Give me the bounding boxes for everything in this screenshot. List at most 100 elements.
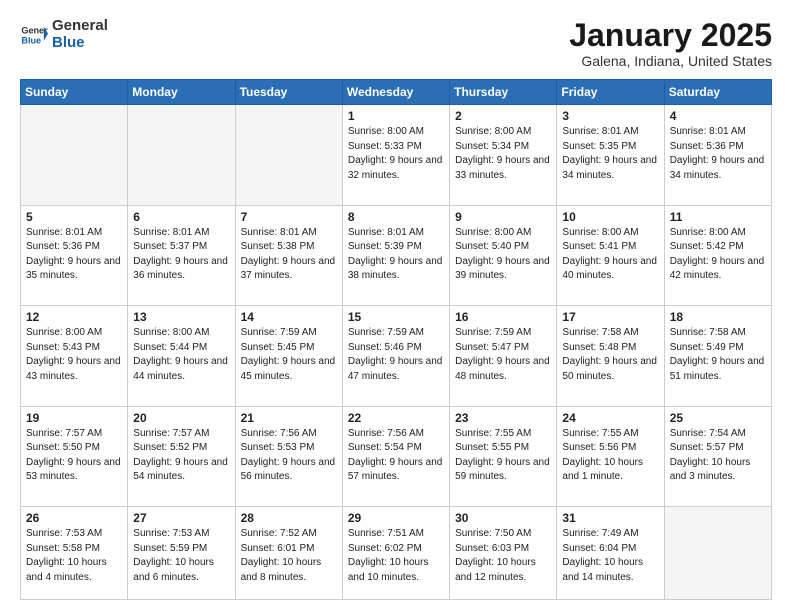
day-info: Sunrise: 7:59 AM Sunset: 5:47 PM Dayligh… xyxy=(455,326,551,384)
day-number: 28 xyxy=(241,511,337,525)
day-info: Sunrise: 7:57 AM Sunset: 5:52 PM Dayligh… xyxy=(133,427,229,485)
table-row: 16 Sunrise: 7:59 AM Sunset: 5:47 PM Dayli… xyxy=(450,306,557,407)
svg-text:Blue: Blue xyxy=(21,35,41,45)
month-title: January 2025 xyxy=(569,18,772,53)
location: Galena, Indiana, United States xyxy=(569,53,772,69)
day-info: Sunrise: 8:00 AM Sunset: 5:34 PM Dayligh… xyxy=(455,125,551,183)
table-row: 26Sunrise: 7:53 AM Sunset: 5:58 PM Dayli… xyxy=(21,507,128,600)
logo-text: General Blue xyxy=(52,18,108,51)
day-info: Sunrise: 7:52 AM Sunset: 6:01 PM Dayligh… xyxy=(241,527,337,585)
day-info: Sunrise: 7:56 AM Sunset: 5:53 PM Dayligh… xyxy=(241,427,337,485)
day-number: 14 xyxy=(241,310,337,324)
day-info: Sunrise: 8:01 AM Sunset: 5:37 PM Dayligh… xyxy=(133,226,229,284)
table-row xyxy=(21,105,128,206)
table-row: 24 Sunrise: 7:55 AM Sunset: 5:56 PM Dayli… xyxy=(557,406,664,507)
day-number: 6 xyxy=(133,210,229,224)
calendar: Sunday Monday Tuesday Wednesday Thursday… xyxy=(20,79,772,600)
day-number: 10 xyxy=(562,210,658,224)
day-number: 22 xyxy=(348,411,444,425)
logo-icon: General Blue xyxy=(20,21,48,49)
day-number: 11 xyxy=(670,210,766,224)
logo: General Blue General Blue xyxy=(20,18,108,51)
table-row: 8 Sunrise: 8:01 AM Sunset: 5:39 PM Daylig… xyxy=(342,205,449,306)
header-saturday: Saturday xyxy=(664,80,771,105)
table-row: 11Sunrise: 8:00 AM Sunset: 5:42 PM Dayli… xyxy=(664,205,771,306)
day-number: 16 xyxy=(455,310,551,324)
day-info: Sunrise: 8:01 AM Sunset: 5:35 PM Dayligh… xyxy=(562,125,658,183)
day-number: 4 xyxy=(670,109,766,123)
day-number: 5 xyxy=(26,210,122,224)
day-info: Sunrise: 8:00 AM Sunset: 5:44 PM Dayligh… xyxy=(133,326,229,384)
day-number: 15 xyxy=(348,310,444,324)
header-thursday: Thursday xyxy=(450,80,557,105)
header-tuesday: Tuesday xyxy=(235,80,342,105)
header-monday: Monday xyxy=(128,80,235,105)
table-row: 5 Sunrise: 8:01 AM Sunset: 5:36 PM Daylig… xyxy=(21,205,128,306)
day-number: 12 xyxy=(26,310,122,324)
table-row: 12 Sunrise: 8:00 AM Sunset: 5:43 PM Dayli… xyxy=(21,306,128,407)
day-info: Sunrise: 8:00 AM Sunset: 5:41 PM Dayligh… xyxy=(562,226,658,284)
day-info: Sunrise: 7:53 AM Sunset: 5:58 PM Dayligh… xyxy=(26,527,122,585)
table-row: 15 Sunrise: 7:59 AM Sunset: 5:46 PM Dayli… xyxy=(342,306,449,407)
day-number: 3 xyxy=(562,109,658,123)
day-number: 27 xyxy=(133,511,229,525)
header-sunday: Sunday xyxy=(21,80,128,105)
day-info: Sunrise: 8:01 AM Sunset: 5:39 PM Dayligh… xyxy=(348,226,444,284)
day-info: Sunrise: 7:55 AM Sunset: 5:56 PM Dayligh… xyxy=(562,427,658,485)
table-row xyxy=(664,507,771,600)
day-info: Sunrise: 7:54 AM Sunset: 5:57 PM Dayligh… xyxy=(670,427,766,485)
page: General Blue General Blue January 2025 G… xyxy=(0,0,792,612)
day-number: 2 xyxy=(455,109,551,123)
table-row: 2 Sunrise: 8:00 AM Sunset: 5:34 PM Daylig… xyxy=(450,105,557,206)
table-row xyxy=(235,105,342,206)
day-number: 7 xyxy=(241,210,337,224)
table-row: 23Sunrise: 7:55 AM Sunset: 5:55 PM Dayli… xyxy=(450,406,557,507)
day-info: Sunrise: 8:01 AM Sunset: 5:36 PM Dayligh… xyxy=(26,226,122,284)
table-row: 1Sunrise: 8:00 AM Sunset: 5:33 PM Daylig… xyxy=(342,105,449,206)
calendar-week-row: 5 Sunrise: 8:01 AM Sunset: 5:36 PM Daylig… xyxy=(21,205,772,306)
day-info: Sunrise: 7:51 AM Sunset: 6:02 PM Dayligh… xyxy=(348,527,444,585)
day-info: Sunrise: 7:58 AM Sunset: 5:49 PM Dayligh… xyxy=(670,326,766,384)
day-info: Sunrise: 8:01 AM Sunset: 5:36 PM Dayligh… xyxy=(670,125,766,183)
header-wednesday: Wednesday xyxy=(342,80,449,105)
day-number: 9 xyxy=(455,210,551,224)
day-info: Sunrise: 7:58 AM Sunset: 5:48 PM Dayligh… xyxy=(562,326,658,384)
title-block: January 2025 Galena, Indiana, United Sta… xyxy=(569,18,772,69)
table-row: 14 Sunrise: 7:59 AM Sunset: 5:45 PM Dayli… xyxy=(235,306,342,407)
table-row: 18 Sunrise: 7:58 AM Sunset: 5:49 PM Dayli… xyxy=(664,306,771,407)
header-friday: Friday xyxy=(557,80,664,105)
logo-blue-text: Blue xyxy=(52,34,85,51)
header: General Blue General Blue January 2025 G… xyxy=(20,18,772,69)
table-row: 30Sunrise: 7:50 AM Sunset: 6:03 PM Dayli… xyxy=(450,507,557,600)
day-info: Sunrise: 7:49 AM Sunset: 6:04 PM Dayligh… xyxy=(562,527,658,585)
table-row: 20 Sunrise: 7:57 AM Sunset: 5:52 PM Dayli… xyxy=(128,406,235,507)
table-row: 3 Sunrise: 8:01 AM Sunset: 5:35 PM Daylig… xyxy=(557,105,664,206)
table-row: 29 Sunrise: 7:51 AM Sunset: 6:02 PM Dayli… xyxy=(342,507,449,600)
calendar-week-row: 26Sunrise: 7:53 AM Sunset: 5:58 PM Dayli… xyxy=(21,507,772,600)
day-number: 20 xyxy=(133,411,229,425)
day-info: Sunrise: 7:59 AM Sunset: 5:46 PM Dayligh… xyxy=(348,326,444,384)
table-row: 25 Sunrise: 7:54 AM Sunset: 5:57 PM Dayli… xyxy=(664,406,771,507)
day-number: 25 xyxy=(670,411,766,425)
day-info: Sunrise: 8:00 AM Sunset: 5:33 PM Dayligh… xyxy=(348,125,444,183)
calendar-week-row: 12 Sunrise: 8:00 AM Sunset: 5:43 PM Dayli… xyxy=(21,306,772,407)
table-row: 4 Sunrise: 8:01 AM Sunset: 5:36 PM Daylig… xyxy=(664,105,771,206)
day-number: 29 xyxy=(348,511,444,525)
day-info: Sunrise: 8:01 AM Sunset: 5:38 PM Dayligh… xyxy=(241,226,337,284)
day-info: Sunrise: 7:59 AM Sunset: 5:45 PM Dayligh… xyxy=(241,326,337,384)
day-number: 30 xyxy=(455,511,551,525)
day-info: Sunrise: 8:00 AM Sunset: 5:43 PM Dayligh… xyxy=(26,326,122,384)
day-number: 18 xyxy=(670,310,766,324)
table-row: 9Sunrise: 8:00 AM Sunset: 5:40 PM Daylig… xyxy=(450,205,557,306)
table-row: 22 Sunrise: 7:56 AM Sunset: 5:54 PM Dayli… xyxy=(342,406,449,507)
table-row: 6 Sunrise: 8:01 AM Sunset: 5:37 PM Daylig… xyxy=(128,205,235,306)
table-row: 19Sunrise: 7:57 AM Sunset: 5:50 PM Dayli… xyxy=(21,406,128,507)
logo-general-text: General xyxy=(52,17,108,34)
day-number: 17 xyxy=(562,310,658,324)
day-number: 13 xyxy=(133,310,229,324)
day-number: 8 xyxy=(348,210,444,224)
day-info: Sunrise: 7:56 AM Sunset: 5:54 PM Dayligh… xyxy=(348,427,444,485)
table-row: 13 Sunrise: 8:00 AM Sunset: 5:44 PM Dayli… xyxy=(128,306,235,407)
weekday-header-row: Sunday Monday Tuesday Wednesday Thursday… xyxy=(21,80,772,105)
day-number: 24 xyxy=(562,411,658,425)
